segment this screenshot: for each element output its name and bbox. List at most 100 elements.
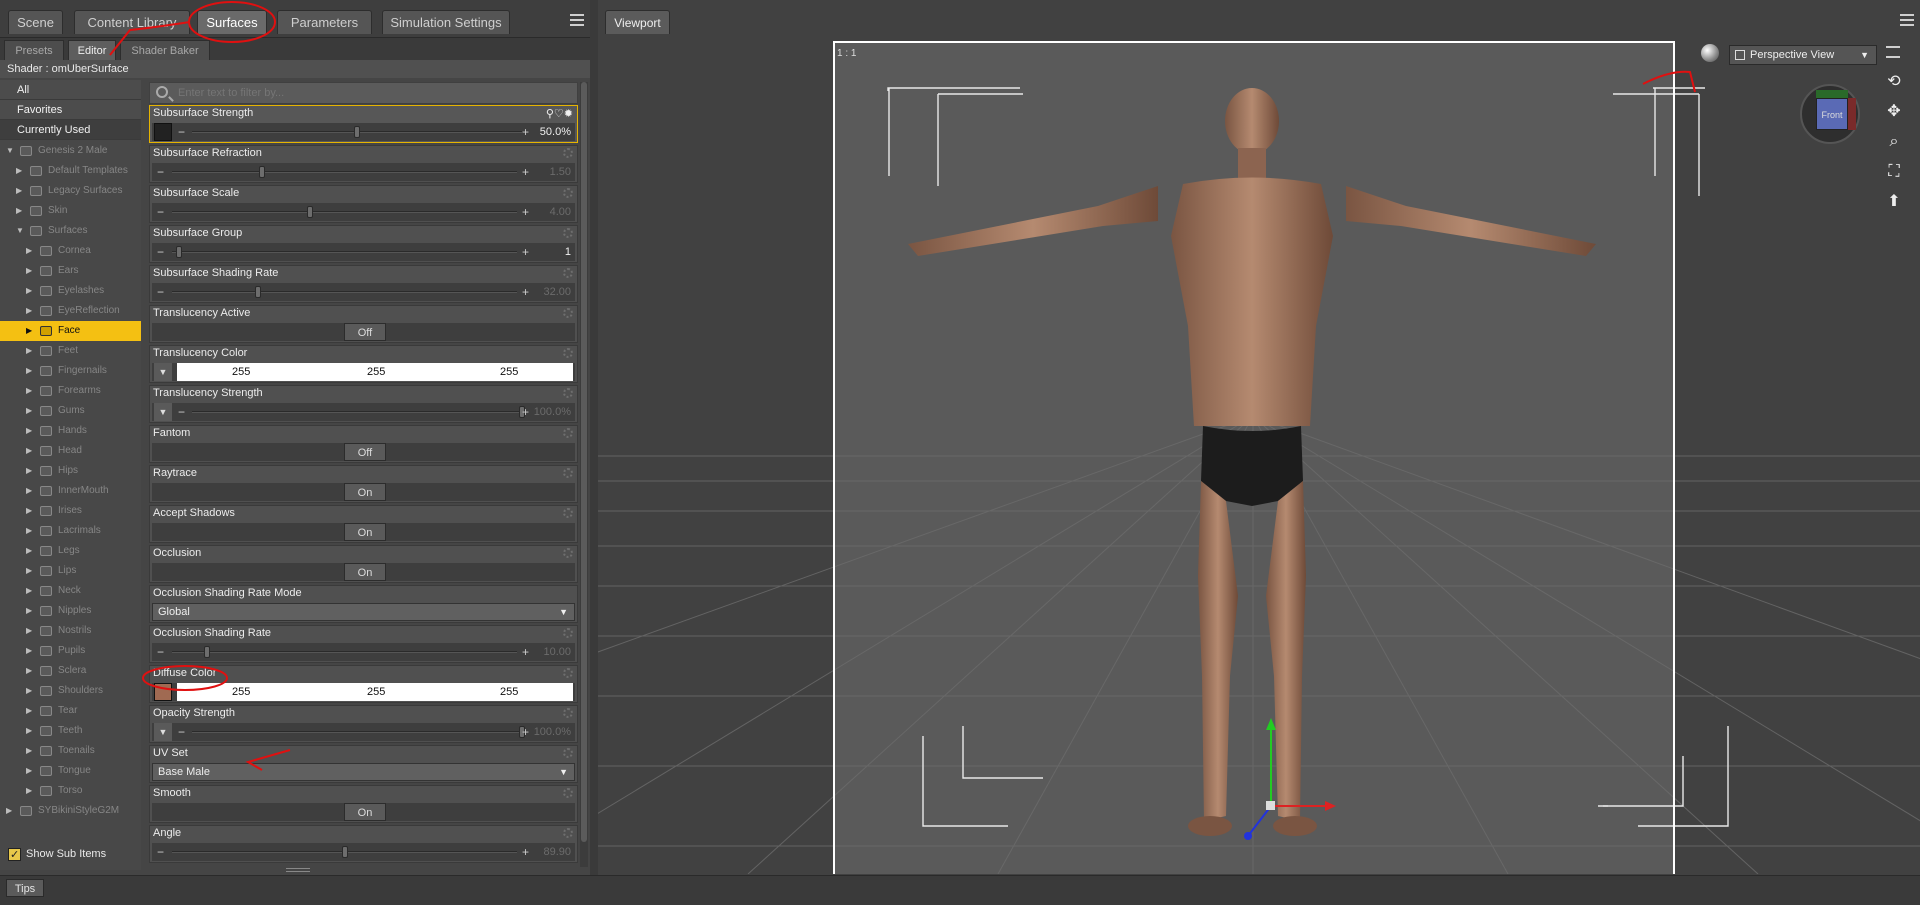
toggle-button[interactable]: Off [344,323,386,341]
expand-arrow-icon[interactable]: ▶ [16,181,22,201]
view-select[interactable]: Perspective View ▼ [1729,45,1877,65]
subtab-presets[interactable]: Presets [4,40,64,60]
increment-button[interactable]: + [522,723,529,741]
tree-item-genesis-2-male[interactable]: ▼ Genesis 2 Male [0,141,141,161]
tree-item-surface[interactable]: ▶ Torso [0,781,141,801]
map-dropdown-button[interactable]: ▼ [154,403,172,421]
expand-arrow-icon[interactable]: ▶ [26,641,32,661]
expand-arrow-icon[interactable]: ▶ [26,581,32,601]
color-b-value[interactable]: 255 [500,683,518,701]
expand-arrow-icon[interactable]: ▶ [26,621,32,641]
gear-icon[interactable] [563,148,573,158]
scrollbar-thumb[interactable] [581,82,587,842]
tree-item-surface[interactable]: ▶ Gums [0,401,141,421]
slider-knob[interactable] [255,286,262,298]
tree-item-surface[interactable]: ▶ Teeth [0,721,141,741]
tree-item-surfaces[interactable]: ▼ Surfaces [0,221,141,241]
tree-item-surface[interactable]: ▶ Fingernails [0,361,141,381]
pane-menu-icon[interactable] [1900,14,1914,26]
prop-value[interactable]: 1 [565,243,571,261]
prop-value[interactable]: 50.0% [540,123,571,141]
category-all[interactable]: All [0,80,141,100]
tree-item-surface[interactable]: ▶ InnerMouth [0,481,141,501]
subtab-shader-baker[interactable]: Shader Baker [120,40,210,60]
prop-value[interactable]: 89.90 [543,843,571,861]
gear-icon[interactable] [563,788,573,798]
3d-scene[interactable] [598,36,1920,874]
gear-icon[interactable] [563,428,573,438]
gear-icon[interactable] [563,388,573,398]
decrement-button[interactable]: − [157,243,164,261]
tree-item-surface[interactable]: ▶ EyeReflection [0,301,141,321]
gear-icon[interactable] [563,188,573,198]
tree-item-surface[interactable]: ▶ Lips [0,561,141,581]
color-field[interactable]: 255 255 255 [177,363,573,381]
show-sub-items[interactable]: Show Sub Items [8,846,106,863]
view-cube[interactable]: Front [1800,84,1860,144]
frame-icon[interactable]: ⛶ [1882,160,1906,184]
toggle-button[interactable]: On [344,523,386,541]
gear-icon[interactable] [563,508,573,518]
category-currently-used[interactable]: Currently Used [0,120,141,140]
expand-arrow-icon[interactable]: ▶ [26,501,32,521]
slider-knob[interactable] [307,206,313,218]
expand-arrow-icon[interactable]: ▶ [26,401,32,421]
tree-item-surface[interactable]: ▶ Nipples [0,601,141,621]
pan-icon[interactable]: ✥ [1882,100,1906,124]
expand-arrow-icon[interactable]: ▶ [16,161,22,181]
tab-surfaces[interactable]: Surfaces [197,10,267,34]
prop-value[interactable]: 1.50 [550,163,571,181]
increment-button[interactable]: + [522,403,529,421]
prop-value[interactable]: 100.0% [534,723,571,741]
slider-track[interactable] [192,731,522,733]
slider-track[interactable] [172,171,517,173]
expand-arrow-icon[interactable]: ▶ [26,481,32,501]
expand-arrow-icon[interactable]: ▶ [26,301,32,321]
slider-knob[interactable] [341,846,348,858]
increment-button[interactable]: + [522,163,529,181]
prop-actions-icons[interactable]: ⚲♡✹ [546,107,573,120]
occlusion-mode-select[interactable]: Global ▼ [152,603,575,621]
splitter-handle[interactable] [286,868,310,872]
expand-arrow-icon[interactable]: ▶ [26,361,32,381]
expand-arrow-icon[interactable]: ▶ [26,661,32,681]
slider-knob[interactable] [258,166,265,178]
expand-arrow-icon[interactable]: ▶ [26,421,32,441]
tree-item-surface[interactable]: ▶ Hands [0,421,141,441]
tree-item-surface[interactable]: ▶ Cornea [0,241,141,261]
slider-track[interactable] [192,411,522,413]
increment-button[interactable]: + [522,203,529,221]
tree-item-surface[interactable]: ▶ Feet [0,341,141,361]
expand-arrow-icon[interactable]: ▶ [26,441,32,461]
toggle-button[interactable]: On [344,803,386,821]
slider-track[interactable] [172,291,517,293]
tree-item-surface[interactable]: ▶ Neck [0,581,141,601]
gear-icon[interactable] [563,828,573,838]
tab-scene[interactable]: Scene [8,10,63,34]
tree-item-surface[interactable]: ▶ Nostrils [0,621,141,641]
tree-item-group[interactable]: ▶ Legacy Surfaces [0,181,141,201]
expand-arrow-icon[interactable]: ▶ [26,321,32,341]
slider-track[interactable] [172,651,517,653]
increment-button[interactable]: + [522,843,529,861]
viewport-menu-icon[interactable] [1886,46,1900,58]
gear-icon[interactable] [563,748,573,758]
tree-item-surface[interactable]: ▶ Lacrimals [0,521,141,541]
pane-menu-icon[interactable] [570,14,584,26]
toggle-button[interactable]: Off [344,443,386,461]
prop-value[interactable]: 32.00 [543,283,571,301]
tree-item-surface[interactable]: ▶ Ears [0,261,141,281]
expand-arrow-icon[interactable]: ▶ [26,541,32,561]
pane-splitter[interactable] [590,0,598,875]
toggle-button[interactable]: On [344,483,386,501]
tree-item-surface[interactable]: ▶ Toenails [0,741,141,761]
expand-arrow-icon[interactable]: ▼ [6,141,14,161]
increment-button[interactable]: + [522,123,529,141]
tree-item-group[interactable]: ▶ Default Templates [0,161,141,181]
zoom-icon[interactable]: ⌕ [1882,130,1906,154]
decrement-button[interactable]: − [178,723,185,741]
expand-arrow-icon[interactable]: ▶ [26,261,32,281]
expand-arrow-icon[interactable]: ▶ [26,761,32,781]
map-dropdown-button[interactable]: ▼ [154,363,172,381]
tree-item-sybikini[interactable]: ▶ SYBikiniStyleG2M [0,801,141,821]
